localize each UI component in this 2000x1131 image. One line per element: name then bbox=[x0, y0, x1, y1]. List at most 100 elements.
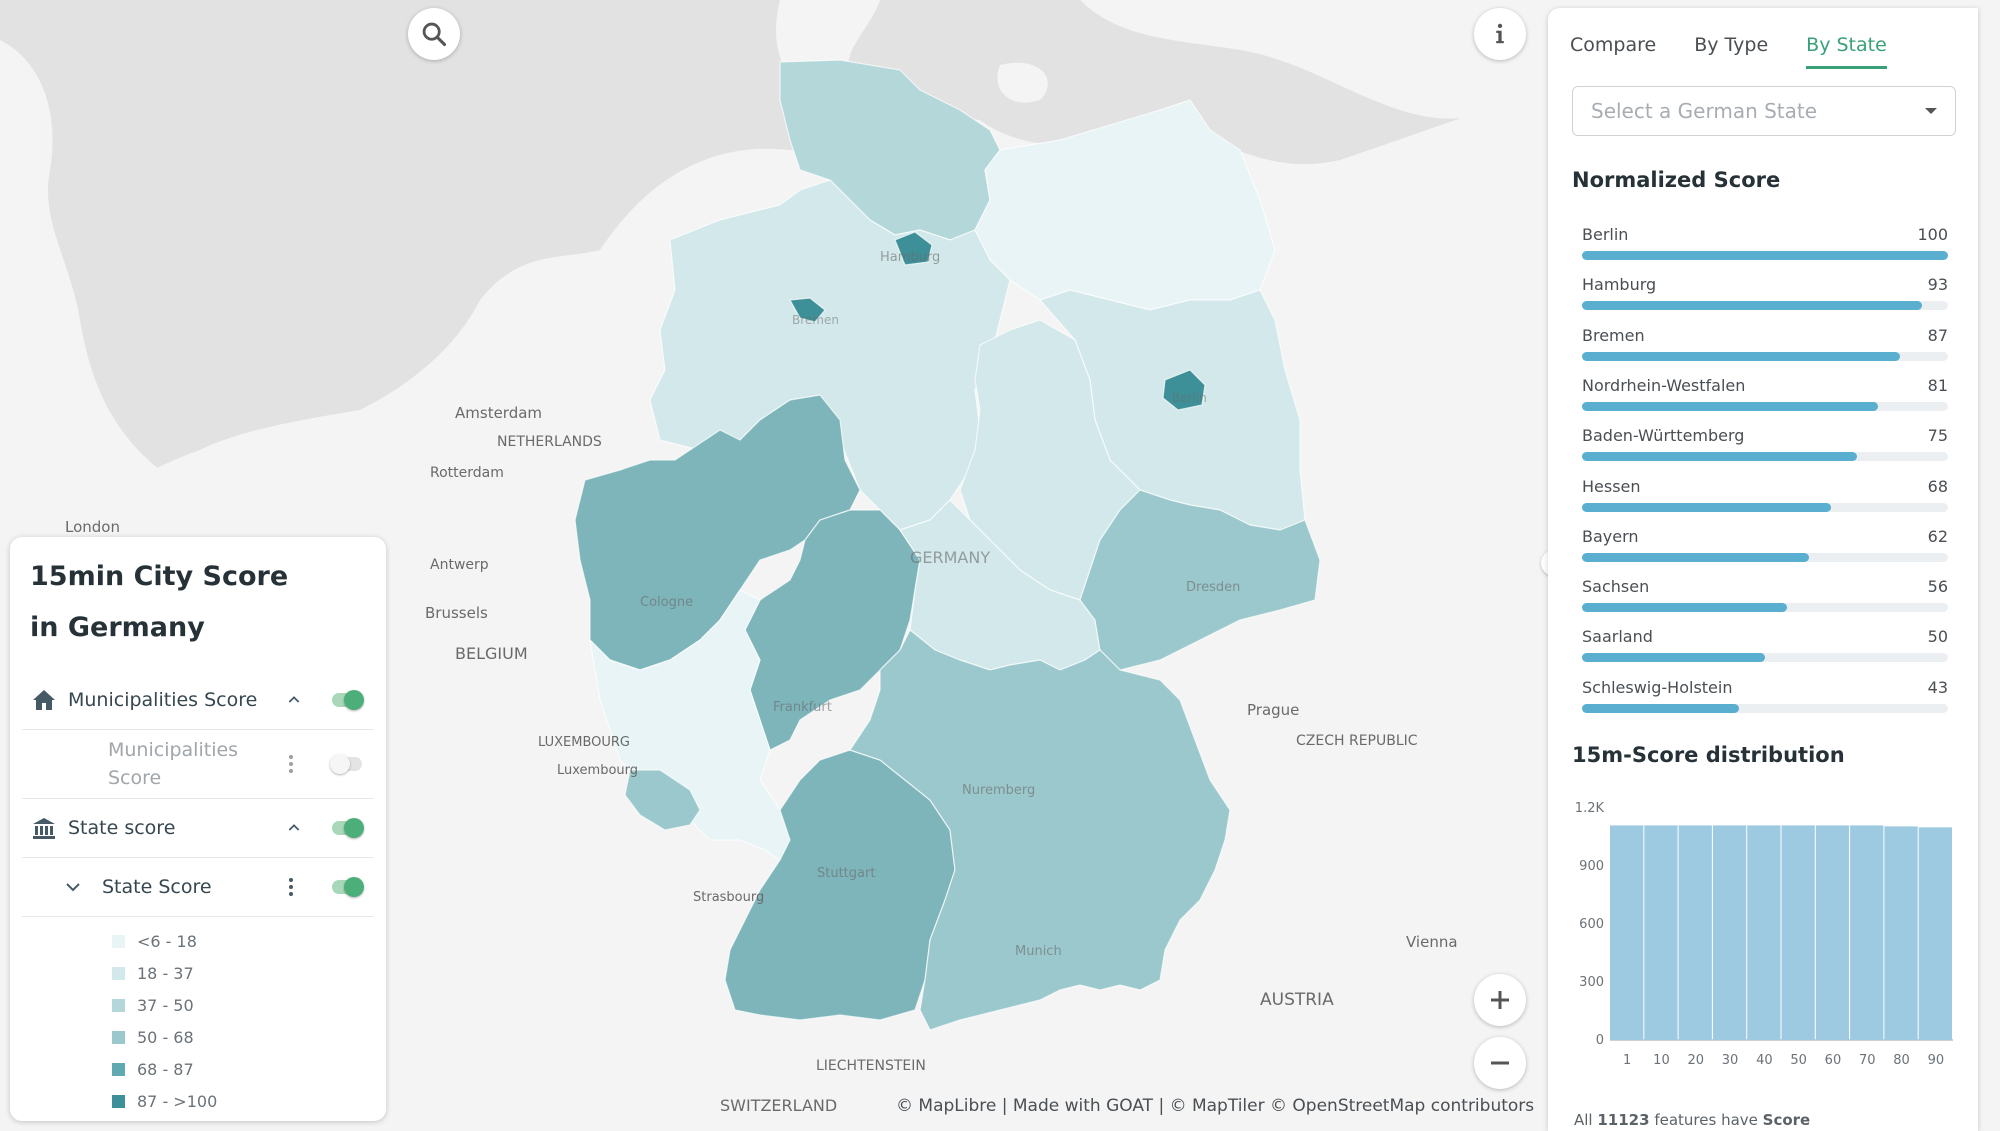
score-bar-row: Baden-Württemberg 75 bbox=[1582, 426, 1948, 476]
panel-title-line2: in Germany bbox=[30, 612, 205, 643]
score-bar-row: Bayern 62 bbox=[1582, 527, 1948, 577]
map-label-brussels: Brussels bbox=[425, 604, 488, 622]
score-bar-track bbox=[1582, 502, 1948, 512]
map-label-munich: Munich bbox=[1015, 944, 1062, 959]
histogram-bar[interactable] bbox=[1918, 827, 1952, 1040]
more-vert-icon[interactable] bbox=[288, 877, 294, 897]
x-tick-label: 50 bbox=[1790, 1053, 1807, 1068]
map-label-amsterdam: Amsterdam bbox=[455, 404, 542, 422]
map-label-netherlands: NETHERLANDS bbox=[497, 434, 602, 450]
legend: <6 - 18 18 - 37 37 - 50 50 - 68 68 - 87 87 - … bbox=[22, 925, 374, 1117]
score-bar-track bbox=[1582, 452, 1948, 462]
score-bar-row: Sachsen 56 bbox=[1582, 577, 1948, 627]
histogram-bar[interactable] bbox=[1712, 825, 1747, 1040]
x-tick-label: 70 bbox=[1859, 1053, 1876, 1068]
map-label-bremen: Bremen bbox=[792, 313, 839, 327]
chevron-down-icon[interactable] bbox=[64, 878, 82, 896]
map-label-nuremberg: Nuremberg bbox=[962, 783, 1035, 798]
layer-visibility-toggle[interactable] bbox=[332, 877, 364, 897]
score-bar-track bbox=[1582, 653, 1948, 663]
score-bar-fill bbox=[1582, 251, 1948, 260]
histogram-bar[interactable] bbox=[1781, 825, 1815, 1040]
histogram-bar[interactable] bbox=[1644, 825, 1678, 1040]
chevron-up-icon[interactable] bbox=[286, 692, 302, 708]
chevron-up-icon[interactable] bbox=[286, 820, 302, 836]
legend-swatch bbox=[112, 966, 125, 980]
score-bar-row: Schleswig-Holstein 43 bbox=[1582, 678, 1948, 728]
legend-swatch bbox=[112, 934, 125, 948]
map-label-switzerland: SWITZERLAND bbox=[720, 1096, 837, 1115]
histogram-bar[interactable] bbox=[1747, 825, 1781, 1040]
map-label-london: London bbox=[65, 518, 120, 536]
score-bar-label: Berlin bbox=[1582, 225, 1629, 244]
legend-swatch bbox=[112, 1094, 125, 1108]
legend-swatch bbox=[112, 1030, 125, 1044]
state-select-placeholder: Select a German State bbox=[1591, 99, 1818, 123]
layer-visibility-toggle[interactable] bbox=[332, 818, 364, 838]
histogram-bar[interactable] bbox=[1815, 825, 1850, 1040]
more-vert-icon[interactable] bbox=[288, 754, 294, 774]
y-tick-label: 600 bbox=[1579, 917, 1604, 932]
x-tick-label: 1 bbox=[1623, 1053, 1631, 1068]
tab-by-type[interactable]: By Type bbox=[1694, 34, 1768, 69]
info-icon bbox=[1496, 23, 1504, 44]
layer-item-state-score[interactable]: State Score bbox=[22, 858, 374, 917]
search-icon bbox=[422, 22, 447, 47]
score-bar-label: Hessen bbox=[1582, 476, 1641, 496]
layer-visibility-toggle[interactable] bbox=[332, 690, 364, 710]
map-label-prague: Prague bbox=[1247, 701, 1299, 719]
legend-label: 50 - 68 bbox=[137, 1027, 194, 1047]
tab-compare[interactable]: Compare bbox=[1570, 34, 1656, 69]
legend-item: 68 - 87 bbox=[22, 1053, 374, 1085]
legend-item: 18 - 37 bbox=[22, 957, 374, 989]
legend-swatch bbox=[112, 1062, 125, 1076]
legend-item: 87 - >100 bbox=[22, 1085, 374, 1117]
layer-item-municipalities[interactable]: Municipalities Score bbox=[22, 730, 374, 799]
score-bar-label: Schleswig-Holstein bbox=[1582, 677, 1733, 697]
layer-group-label: State score bbox=[68, 817, 176, 839]
score-bar-value: 62 bbox=[1927, 526, 1948, 546]
distribution-title: 15m-Score distribution bbox=[1572, 743, 1845, 767]
x-tick-label: 80 bbox=[1893, 1053, 1910, 1068]
score-bar-label: Saarland bbox=[1582, 627, 1653, 647]
zoom-in-button[interactable] bbox=[1474, 974, 1526, 1026]
x-tick-label: 60 bbox=[1825, 1053, 1842, 1068]
tab-by-state[interactable]: By State bbox=[1806, 34, 1887, 69]
histogram-bar[interactable] bbox=[1610, 825, 1644, 1040]
score-bar-row: Bremen 87 bbox=[1582, 326, 1948, 376]
histogram-bar[interactable] bbox=[1850, 825, 1884, 1040]
layer-item-label: State Score bbox=[102, 876, 212, 898]
score-bar-track bbox=[1582, 552, 1948, 562]
score-bar-label: Hamburg bbox=[1582, 275, 1657, 295]
score-bar-fill bbox=[1582, 301, 1923, 311]
map-label-stuttgart: Stuttgart bbox=[817, 866, 875, 881]
zoom-out-button[interactable] bbox=[1474, 1037, 1526, 1089]
layer-group-municipalities[interactable]: Municipalities Score bbox=[22, 671, 374, 730]
legend-label: <6 - 18 bbox=[137, 931, 197, 951]
x-tick-label: 10 bbox=[1653, 1053, 1670, 1068]
histogram-bar[interactable] bbox=[1678, 825, 1712, 1040]
map-attribution[interactable]: © MapLibre | Made with GOAT | © MapTiler… bbox=[896, 1096, 1534, 1116]
tab-bar: Compare By Type By State bbox=[1570, 34, 1925, 69]
score-bar-row: Berlin 100 bbox=[1582, 225, 1948, 275]
map-label-vienna: Vienna bbox=[1406, 933, 1458, 951]
search-button[interactable] bbox=[408, 8, 460, 60]
score-distribution-chart: 0 300 600 900 1.2K 1 10 20 30 40 50 60 70 80 90 bbox=[1575, 801, 1953, 1068]
score-bar-track bbox=[1582, 401, 1948, 411]
bank-icon bbox=[33, 818, 55, 839]
info-button[interactable] bbox=[1474, 8, 1526, 60]
score-bar-fill bbox=[1582, 502, 1831, 512]
layer-group-state[interactable]: State score bbox=[22, 799, 374, 858]
legend-item: 37 - 50 bbox=[22, 989, 374, 1021]
score-bar-value: 50 bbox=[1927, 627, 1948, 647]
state-select[interactable]: Select a German State bbox=[1572, 86, 1956, 136]
score-bar-fill bbox=[1582, 552, 1809, 562]
x-tick-label: 90 bbox=[1928, 1053, 1945, 1068]
features-summary-mid: features have bbox=[1649, 1111, 1763, 1129]
map-label-strasbourg: Strasbourg bbox=[693, 890, 764, 905]
map-label-cologne: Cologne bbox=[640, 595, 693, 610]
layer-visibility-toggle[interactable] bbox=[330, 754, 362, 774]
score-bar-track bbox=[1582, 603, 1948, 613]
histogram-bar[interactable] bbox=[1884, 826, 1918, 1040]
map-label-luxembourg-country: LUXEMBOURG bbox=[538, 735, 630, 750]
